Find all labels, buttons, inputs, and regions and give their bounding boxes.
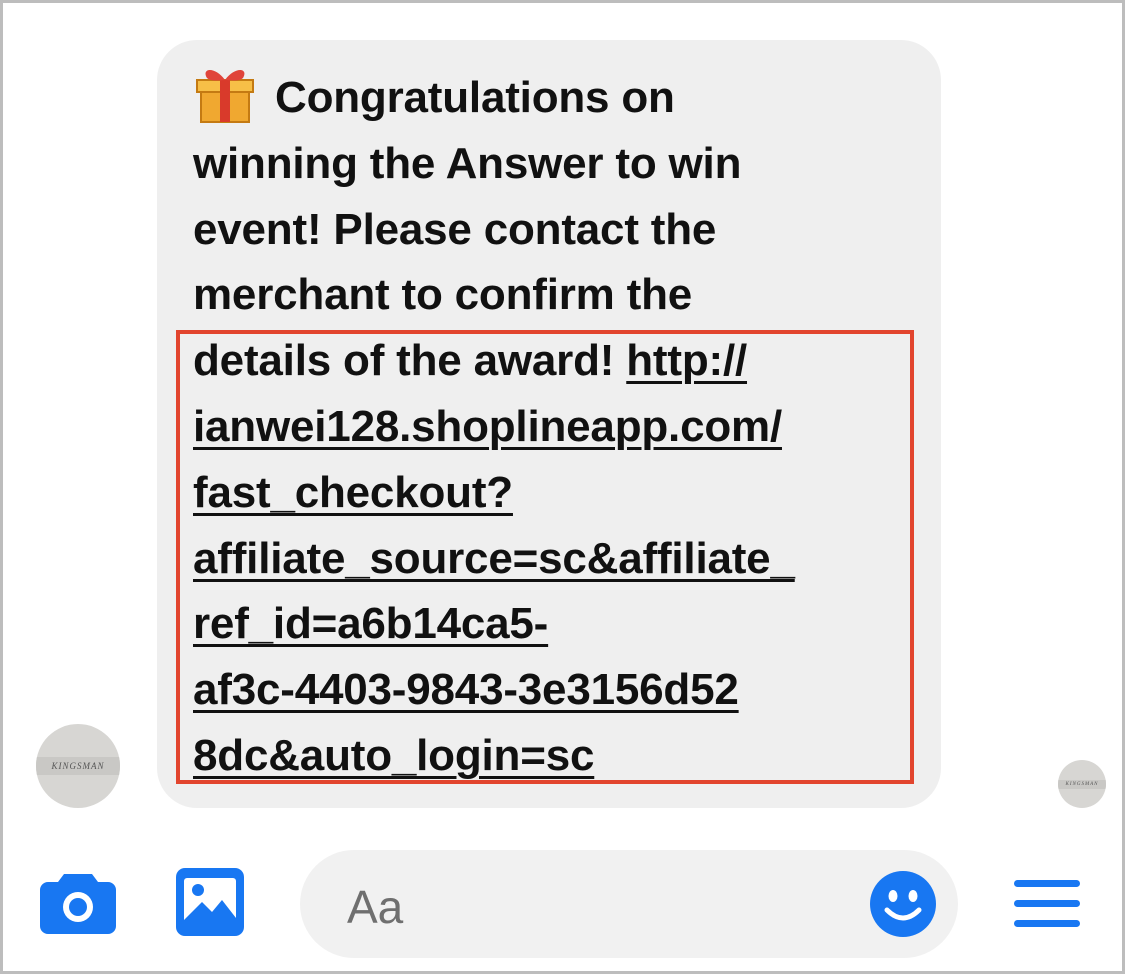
smile-emoji-icon: [870, 871, 936, 937]
camera-button[interactable]: [40, 870, 116, 934]
camera-icon: [40, 874, 116, 934]
message-input-placeholder: Aa: [347, 881, 404, 933]
message-line-4: merchant to confirm the: [193, 270, 693, 320]
emoji-button[interactable]: [869, 870, 937, 938]
menu-button[interactable]: [1012, 876, 1082, 932]
message-line-1: Congratulations on: [193, 62, 908, 131]
image-icon: [176, 868, 244, 936]
image-button[interactable]: [176, 868, 244, 936]
sender-avatar-label: KINGSMAN: [36, 757, 120, 775]
menu-icon: [1014, 880, 1080, 927]
message-line-3: event! Please contact the: [193, 204, 717, 254]
message-input[interactable]: Aa: [300, 850, 958, 958]
message-line-1-text: Congratulations on: [275, 73, 675, 122]
sender-avatar[interactable]: KINGSMAN: [36, 724, 120, 808]
highlight-box: [176, 330, 914, 784]
read-receipt-avatar-label: KINGSMAN: [1058, 779, 1106, 789]
gift-icon: [196, 70, 254, 123]
read-receipt-avatar: KINGSMAN: [1058, 760, 1106, 808]
message-line-2: winning the Answer to win: [193, 138, 742, 188]
